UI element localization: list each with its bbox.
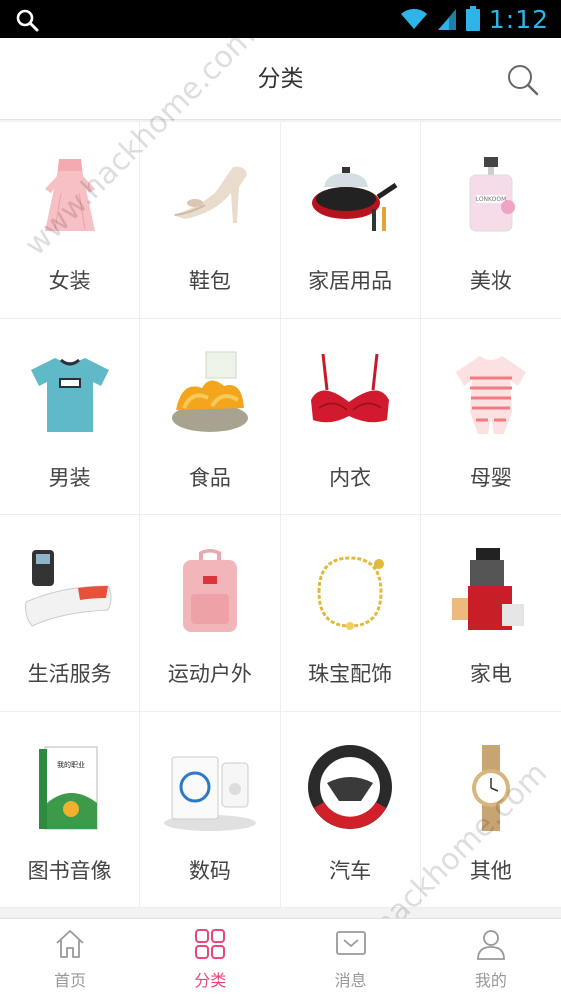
user-icon xyxy=(476,930,505,960)
tab-label: 分类 xyxy=(194,971,227,990)
category-item[interactable]: 男装 xyxy=(0,318,141,515)
category-label: 鞋包 xyxy=(188,269,231,293)
cookware-pan-image xyxy=(302,150,398,246)
bra-image xyxy=(302,347,398,443)
grid-icon xyxy=(195,929,226,959)
backpack-image xyxy=(162,543,258,639)
category-item[interactable]: 家电 xyxy=(420,515,561,712)
tab-category[interactable]: 分类 xyxy=(140,919,280,999)
category-label: 运动户外 xyxy=(167,662,252,686)
dried-mango-snack-image xyxy=(162,347,258,443)
clock: 1:12 xyxy=(488,4,549,34)
tab-label: 首页 xyxy=(54,971,87,990)
category-label: 家电 xyxy=(469,662,512,686)
steering-wheel-cover-image xyxy=(302,740,398,836)
home-icon xyxy=(56,930,84,958)
svg-text:我的职业: 我的职业 xyxy=(57,760,85,769)
category-label: 家居用品 xyxy=(308,269,393,293)
divider xyxy=(0,908,561,918)
category-label: 图书音像 xyxy=(27,858,112,883)
category-item[interactable]: 家居用品 xyxy=(280,122,421,319)
perfume-bottle-image: LONKOOM xyxy=(443,150,539,246)
category-item[interactable]: 我的职业 图书音像 xyxy=(0,711,141,908)
status-bar: 1:12 xyxy=(0,0,561,38)
tshirt-image xyxy=(22,347,118,443)
doorbell-device-image xyxy=(162,740,258,836)
category-item[interactable]: 女装 xyxy=(0,122,141,319)
category-item[interactable]: 汽车 xyxy=(280,711,421,908)
category-item[interactable]: 食品 xyxy=(140,318,281,515)
category-item[interactable]: 珠宝配饰 xyxy=(280,515,421,712)
tab-label: 消息 xyxy=(334,971,367,990)
category-item[interactable]: 数码 xyxy=(140,711,281,908)
high-heel-shoe-image xyxy=(162,150,258,246)
category-item[interactable]: 鞋包 xyxy=(140,122,281,319)
book-image: 我的职业 xyxy=(22,740,118,836)
header: 分类 xyxy=(0,38,561,120)
category-label: 汽车 xyxy=(329,858,372,883)
category-item[interactable]: 内衣 xyxy=(280,318,421,515)
category-label: 其他 xyxy=(469,858,512,883)
tab-home[interactable]: 首页 xyxy=(0,919,140,999)
category-label: 生活服务 xyxy=(27,662,112,686)
signal-icon xyxy=(437,9,456,30)
category-item[interactable]: 其他 xyxy=(420,712,561,908)
gold-bracelet-image xyxy=(302,543,398,639)
category-label: 数码 xyxy=(188,858,231,883)
category-label: 内衣 xyxy=(329,465,372,490)
category-label: 食品 xyxy=(188,465,231,490)
wristwatch-image xyxy=(443,740,539,836)
bottom-tab-bar: 首页 分类 消息 我的 xyxy=(0,918,561,999)
message-icon xyxy=(335,931,366,955)
tab-profile[interactable]: 我的 xyxy=(421,919,561,999)
category-label: 男装 xyxy=(48,465,91,490)
neck-massager-image xyxy=(22,543,118,639)
tab-label: 我的 xyxy=(474,971,507,990)
category-label: 美妆 xyxy=(469,269,512,293)
page-title: 分类 xyxy=(257,66,304,92)
category-label: 珠宝配饰 xyxy=(308,662,393,686)
search-icon[interactable] xyxy=(505,62,541,98)
category-item[interactable]: LONKOOM 美妆 xyxy=(420,122,561,319)
battery-icon xyxy=(465,6,480,31)
category-item[interactable]: 母婴 xyxy=(420,319,561,515)
category-grid: 女装 鞋包 家居用品 LONKOOM 美妆 男装 食品 内衣 母婴 生活服务 运… xyxy=(0,122,561,908)
category-label: 母婴 xyxy=(469,465,512,490)
baby-romper-image xyxy=(443,347,539,443)
tab-messages[interactable]: 消息 xyxy=(281,919,421,999)
wifi-icon xyxy=(400,8,427,29)
category-item[interactable]: 生活服务 xyxy=(0,515,141,712)
category-label: 女装 xyxy=(48,269,91,293)
category-item[interactable]: 运动户外 xyxy=(140,515,281,712)
search-icon xyxy=(16,9,39,32)
juicer-image xyxy=(443,543,539,639)
svg-text:LONKOOM: LONKOOM xyxy=(476,196,507,203)
dress-image xyxy=(22,150,118,246)
